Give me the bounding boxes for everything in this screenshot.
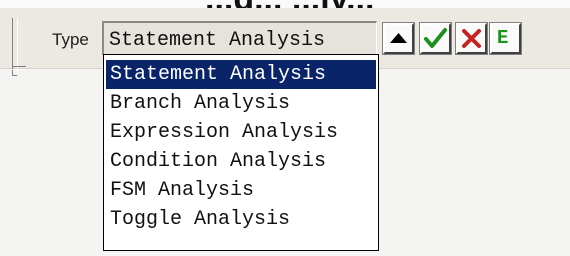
toolbar-frame-corner [12,66,26,70]
triangle-up-icon [390,33,407,43]
dropdown-option[interactable]: Toggle Analysis [106,205,376,234]
type-combobox-value: Statement Analysis [109,29,326,52]
accept-button[interactable] [419,22,452,55]
reject-button[interactable] [455,22,488,55]
x-icon [462,29,481,48]
type-combobox[interactable]: Statement Analysis [102,21,377,55]
dropdown-option[interactable]: Statement Analysis [106,60,376,89]
check-icon [424,28,447,48]
dropdown-option[interactable]: FSM Analysis [106,176,376,205]
dropdown-option[interactable]: Condition Analysis [106,147,376,176]
type-dropdown-list[interactable]: Statement Analysis Branch Analysis Expre… [103,54,379,251]
banner-text: ...g... ...ly... [205,0,374,8]
dropdown-option[interactable]: Branch Analysis [106,89,376,118]
clipped-banner: ...g... ...ly... [0,0,570,8]
edit-button[interactable]: E [489,22,522,55]
dropdown-option[interactable]: Expression Analysis [106,118,376,147]
edit-button-label: E [497,27,509,49]
type-label: Type [52,30,89,49]
collapse-dropdown-button[interactable] [382,22,415,55]
